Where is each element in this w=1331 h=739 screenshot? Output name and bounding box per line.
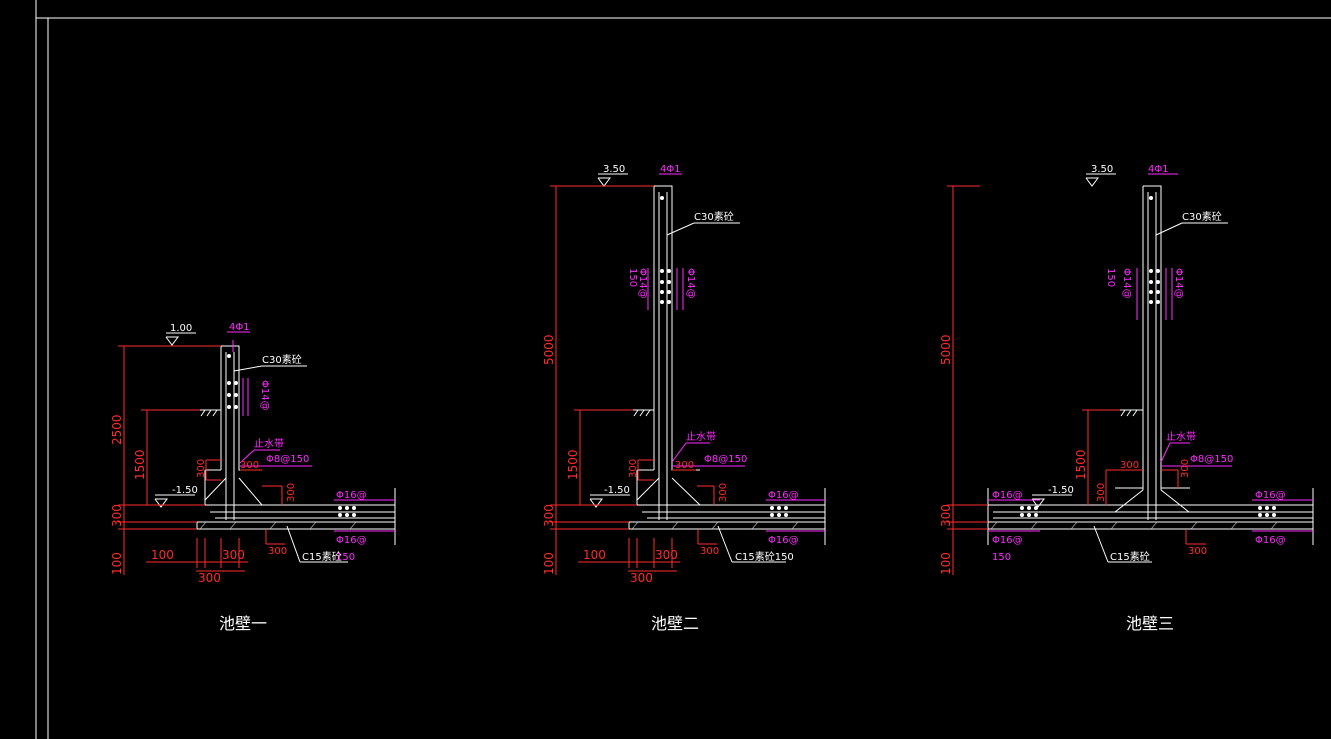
wall-section-3: 3.50 -1.50 C30素砼 4Φ1 150 Φ14@ Φ14@ 止水带 Φ… [939, 164, 1314, 633]
dim-300a-2: 300 [628, 459, 639, 478]
dim-300c-3: 300 [1180, 459, 1191, 478]
concrete-label-3: C30素砼 [1182, 210, 1222, 223]
elev-bottom-2: -1.50 [604, 485, 630, 496]
rebar16-left-top-label-3: Φ16@ [992, 490, 1023, 501]
rebar16-left-bot-label-3: Φ16@ [992, 535, 1023, 546]
rebar16-right-top-label-3: Φ16@ [1255, 490, 1286, 501]
dim-300c-1: 300 [286, 483, 297, 502]
dim-bottom-300b-1: 300 [198, 571, 221, 585]
waterstop-label-1: 止水带 [254, 438, 284, 450]
dim-300d-2: 300 [700, 546, 719, 557]
wall-rebar-label-1: Φ14@ [259, 380, 270, 411]
dim-300d-3: 300 [1188, 546, 1207, 557]
spacing-left-label-3: 150 [992, 552, 1011, 563]
rebar16-bot-label-1: Φ16@ [336, 535, 367, 546]
dim-bottom-300b-2: 300 [630, 571, 653, 585]
elev-bottom-1: -1.50 [172, 485, 198, 496]
dim-300-3: 300 [939, 504, 953, 527]
dim-300c-2: 300 [718, 483, 729, 502]
top-rebar-label-1: 4Φ1 [229, 322, 250, 333]
dim-300b-2: 300 [675, 460, 694, 471]
rebar8-label-3: Φ8@150 [1190, 454, 1233, 465]
dim-2500-1: 2500 [110, 414, 124, 445]
drawing-title-3: 池壁三 [1126, 614, 1174, 633]
concrete-label-1: C30素砼 [262, 353, 302, 366]
wall-section-1: 1.00 -1.50 C30素砼 4Φ1 Φ14@ 止水带 Φ8@150 Φ16… [110, 322, 396, 633]
dim-bottom-100-2: 100 [583, 548, 606, 562]
cad-drawing-canvas: 1.00 -1.50 C30素砼 4Φ1 Φ14@ 止水带 Φ8@150 Φ16… [35, 0, 1331, 739]
pad-label-3: C15素砼 [1110, 550, 1150, 563]
dim-300d-1: 300 [268, 546, 287, 557]
waterstop-label-3: 止水带 [1166, 431, 1196, 443]
dim-bottom-100-1: 100 [151, 548, 174, 562]
spacing-label-1: 150 [336, 552, 355, 563]
pad-hatch-1 [199, 521, 357, 530]
dim-bottom-300a-1: 300 [222, 548, 245, 562]
wall-rebar-r-label-3: Φ14@ [1173, 268, 1184, 299]
wall-spacing-label-2: 150 [627, 268, 638, 287]
pad-hatch-3 [990, 521, 1278, 530]
dim-300b-1: 300 [240, 460, 259, 471]
wall-rebar-l-label-2: Φ14@ [637, 268, 648, 299]
drawing-title-1: 池壁一 [219, 614, 267, 633]
dim-300-2: 300 [542, 504, 556, 527]
dim-1500-1: 1500 [133, 449, 147, 480]
wall-rebar-r-label-2: Φ14@ [685, 268, 696, 299]
wall-spacing-label-3: 150 [1105, 268, 1116, 287]
dim-100-2: 100 [542, 552, 556, 575]
dim-100-1: 100 [110, 552, 124, 575]
rebar16-top-label-2: Φ16@ [768, 490, 799, 501]
pad-label-2: C15素砼150 [735, 550, 794, 563]
rebar16-bot-label-2: Φ16@ [768, 535, 799, 546]
dim-300a-1: 300 [196, 459, 207, 478]
top-rebar-label-2: 4Φ1 [660, 164, 681, 175]
dim-300b-3: 300 [1096, 483, 1107, 502]
dim-300-1: 300 [110, 504, 124, 527]
dim-1500-2: 1500 [566, 449, 580, 480]
pad-hatch-2 [631, 521, 799, 530]
drawing-title-2: 池壁二 [651, 614, 699, 633]
rebar16-top-label-1: Φ16@ [336, 490, 367, 501]
elev-top-2: 3.50 [603, 164, 625, 175]
dim-5000-2: 5000 [542, 334, 556, 365]
elev-top-3: 3.50 [1091, 164, 1113, 175]
elev-top-1: 1.00 [170, 323, 192, 334]
elev-bottom-3: -1.50 [1048, 485, 1074, 496]
dim-5000-3: 5000 [939, 334, 953, 365]
rebar8-label-1: Φ8@150 [266, 454, 309, 465]
wall-rebar-l-label-3: Φ14@ [1121, 268, 1132, 299]
waterstop-label-2: 止水带 [686, 431, 716, 443]
concrete-label-2: C30素砼 [694, 210, 734, 223]
top-rebar-label-3: 4Φ1 [1148, 164, 1169, 175]
dim-bottom-300a-2: 300 [655, 548, 678, 562]
dim-1500-3: 1500 [1074, 449, 1088, 480]
rebar16-right-bot-label-3: Φ16@ [1255, 535, 1286, 546]
wall-section-2: 3.50 -1.50 C30素砼 4Φ1 150 Φ14@ Φ14@ 止水带 Φ… [542, 164, 826, 633]
dim-100-3: 100 [939, 552, 953, 575]
rebar8-label-2: Φ8@150 [704, 454, 747, 465]
dim-300a-3: 300 [1120, 460, 1139, 471]
